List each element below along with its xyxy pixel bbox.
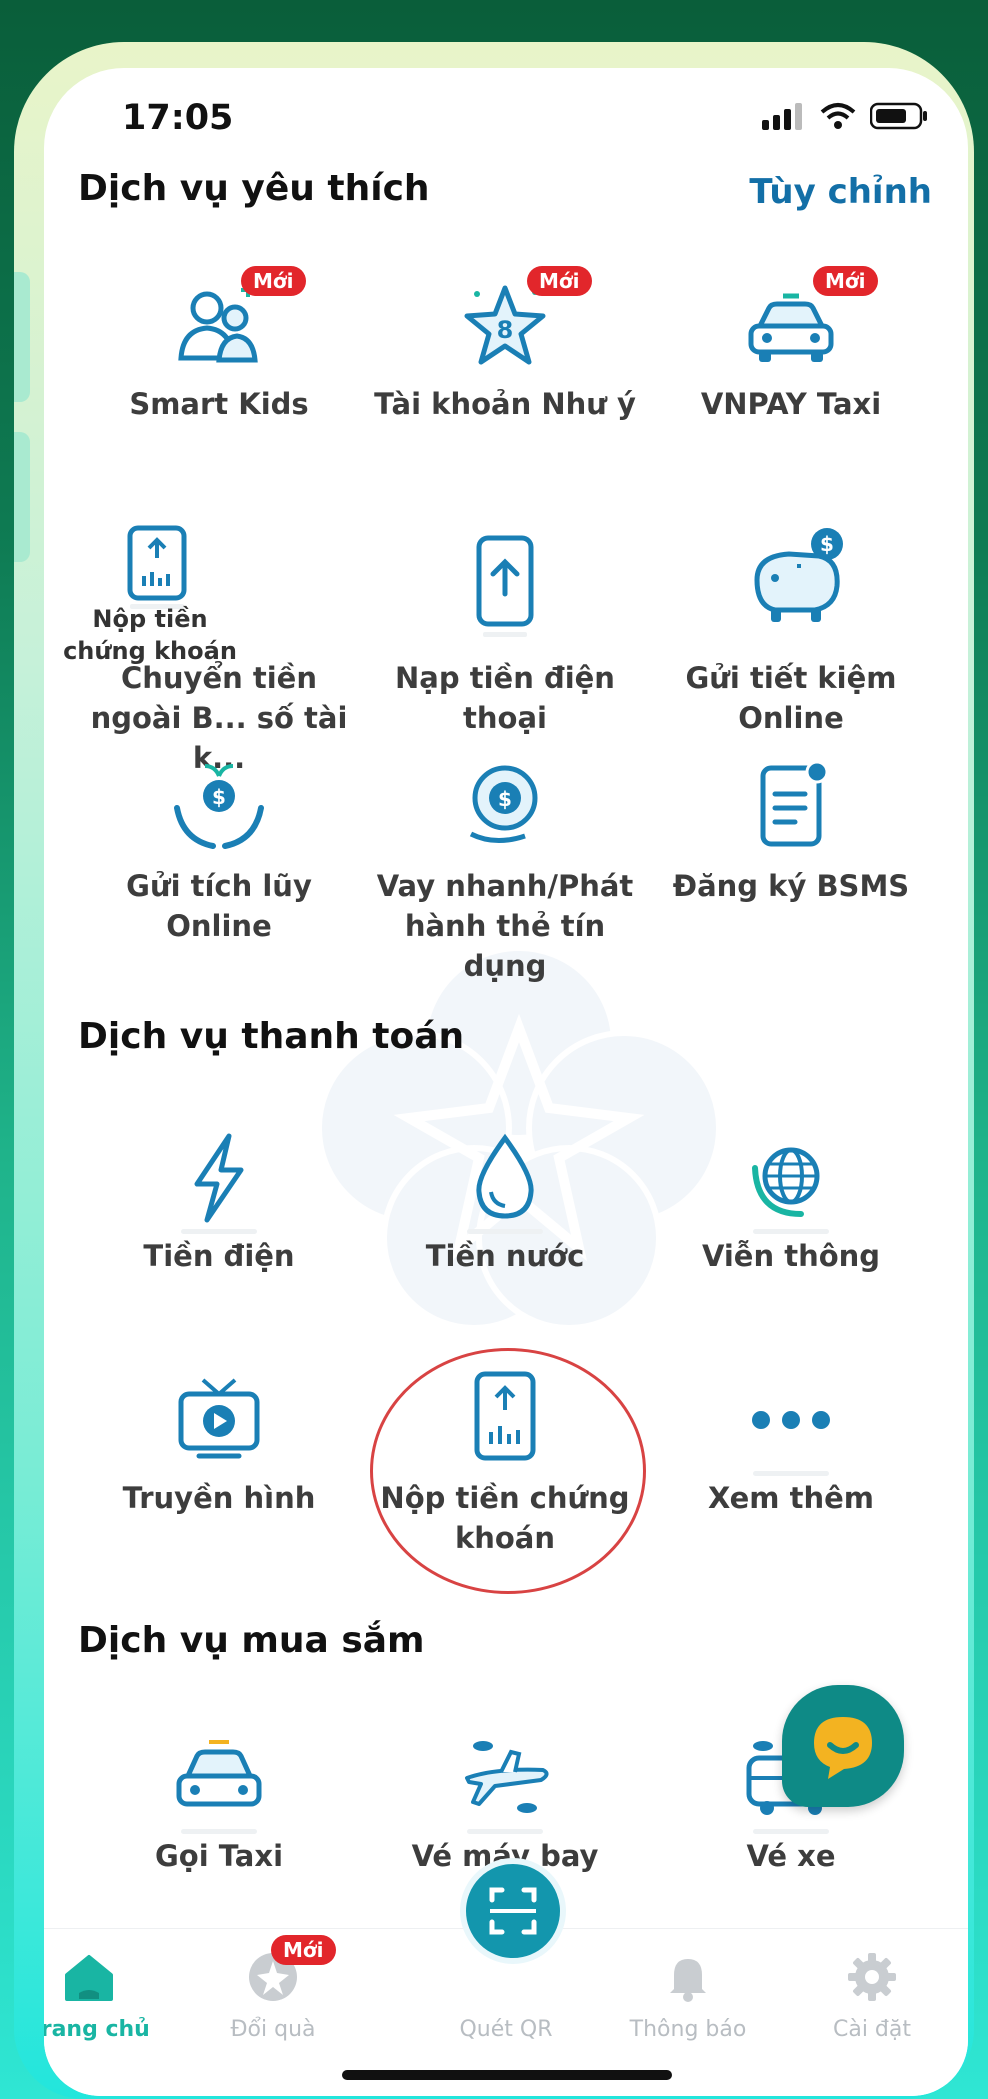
service-label: Tài khoản Như ý — [374, 387, 636, 421]
service-bsms[interactable]: Đăng ký BSMS — [646, 758, 936, 906]
chat-bubble-icon — [814, 1717, 872, 1779]
wifi-icon — [820, 103, 856, 129]
customize-button[interactable]: Tùy chỉnh — [749, 172, 932, 212]
home-indicator — [342, 2070, 672, 2080]
side-button — [14, 432, 30, 562]
nav-label: Cài đặt — [832, 2017, 912, 2042]
highlight-circle — [370, 1348, 646, 1594]
battery-icon — [870, 102, 927, 130]
signal-icon — [762, 103, 802, 130]
nav-label: Đổi quà — [230, 2017, 316, 2042]
service-label: Smart Kids — [129, 387, 309, 421]
shopping-flight-tickets[interactable]: Vé máy bay — [360, 1728, 650, 1876]
nav-label: Thông báo — [629, 2017, 747, 2042]
piggy-bank-icon: $ — [754, 528, 843, 622]
service-label: Gọi Taxi — [154, 1839, 284, 1873]
service-label: Tiền nước — [425, 1239, 585, 1273]
bell-icon — [670, 1959, 706, 2002]
svg-text:$: $ — [212, 785, 226, 809]
service-label: Vé xe — [746, 1839, 836, 1873]
shopping-title: Dịch vụ mua sắm — [78, 1620, 425, 1661]
nav-notifications[interactable]: Thông báo — [598, 1949, 778, 2042]
payment-electricity[interactable]: Tiền điện — [74, 1128, 364, 1276]
status-time: 17:05 — [122, 98, 234, 138]
service-label: Nạp tiền điện thoại — [395, 661, 615, 735]
gear-icon — [848, 1953, 896, 2001]
payment-telecom[interactable]: Viễn thông — [646, 1128, 936, 1276]
service-label: VNPAY Taxi — [700, 387, 882, 421]
favorites-title: Dịch vụ yêu thích — [78, 168, 430, 209]
new-badge: Mới — [241, 266, 306, 296]
payment-see-more[interactable]: Xem thêm — [646, 1370, 936, 1518]
service-label: Truyền hình — [122, 1481, 316, 1515]
new-badge: Mới — [813, 266, 878, 296]
lightning-icon — [194, 1133, 244, 1223]
phone-topup-icon — [476, 535, 534, 637]
service-label: Gửi tích lũy Online — [126, 869, 312, 943]
service-label: Tiền điện — [143, 1239, 295, 1273]
side-button — [14, 272, 30, 402]
new-badge: Mới — [271, 1935, 336, 1965]
new-badge: Mới — [527, 266, 592, 296]
nav-label: Quét QR — [459, 2017, 553, 2042]
status-icons — [762, 102, 928, 130]
nav-home[interactable]: Trang chủ — [44, 1949, 179, 2042]
taxi-car-icon — [176, 1740, 262, 1807]
service-label: Đăng ký BSMS — [672, 869, 910, 903]
service-vnpay-taxi[interactable]: Mới VNPAY Taxi — [646, 266, 936, 424]
document-icon — [760, 760, 829, 847]
qr-scan-button[interactable] — [460, 1858, 566, 1964]
svg-text:$: $ — [820, 532, 834, 556]
payment-tv[interactable]: Truyền hình — [74, 1370, 364, 1518]
nav-settings[interactable]: Cài đặt — [782, 1949, 962, 2042]
water-drop-icon — [476, 1133, 534, 1219]
savings-hands-icon: $ — [174, 764, 264, 849]
service-label: Gửi tiết kiệm Online — [685, 661, 897, 735]
service-label: Viễn thông — [701, 1239, 881, 1273]
service-quick-loan[interactable]: $ Vay nhanh/Phát hành thẻ tín dụng — [360, 758, 650, 986]
nav-rewards[interactable]: Mới Đổi quà — [183, 1935, 363, 2042]
phone-screen: 17:05 Dịch vụ yêu thích Tùy chỉnh Mới Sm… — [44, 68, 968, 2096]
loan-icon: $ — [469, 765, 538, 843]
globe-icon — [752, 1147, 820, 1217]
home-icon — [65, 1955, 113, 2001]
shopping-call-taxi[interactable]: Gọi Taxi — [74, 1728, 364, 1876]
payments-title: Dịch vụ thanh toán — [78, 1016, 465, 1057]
service-accumulated-savings[interactable]: $ Gửi tích lũy Online — [74, 758, 364, 946]
chat-support-button[interactable] — [782, 1685, 904, 1807]
service-label: Xem thêm — [708, 1481, 874, 1515]
nav-label: Trang chủ — [44, 2017, 150, 2042]
airplane-icon — [465, 1741, 549, 1813]
service-online-savings[interactable]: $ Gửi tiết kiệm Online — [646, 520, 936, 738]
drag-overlay-label: Nộp tiền chứng khoán — [63, 605, 237, 665]
more-dots-icon — [752, 1411, 830, 1429]
qr-scan-icon — [489, 1887, 537, 1935]
svg-text:8: 8 — [497, 316, 514, 344]
service-nhu-y-account[interactable]: 8 Mới Tài khoản Như ý — [360, 266, 650, 424]
service-phone-topup[interactable]: Nạp tiền điện thoại — [360, 520, 650, 738]
service-smart-kids[interactable]: Mới Smart Kids — [74, 266, 364, 424]
svg-text:$: $ — [498, 787, 512, 811]
tv-icon — [178, 1378, 260, 1459]
payment-water[interactable]: Tiền nước — [360, 1128, 650, 1276]
service-label: Vay nhanh/Phát hành thẻ tín dụng — [376, 869, 634, 983]
